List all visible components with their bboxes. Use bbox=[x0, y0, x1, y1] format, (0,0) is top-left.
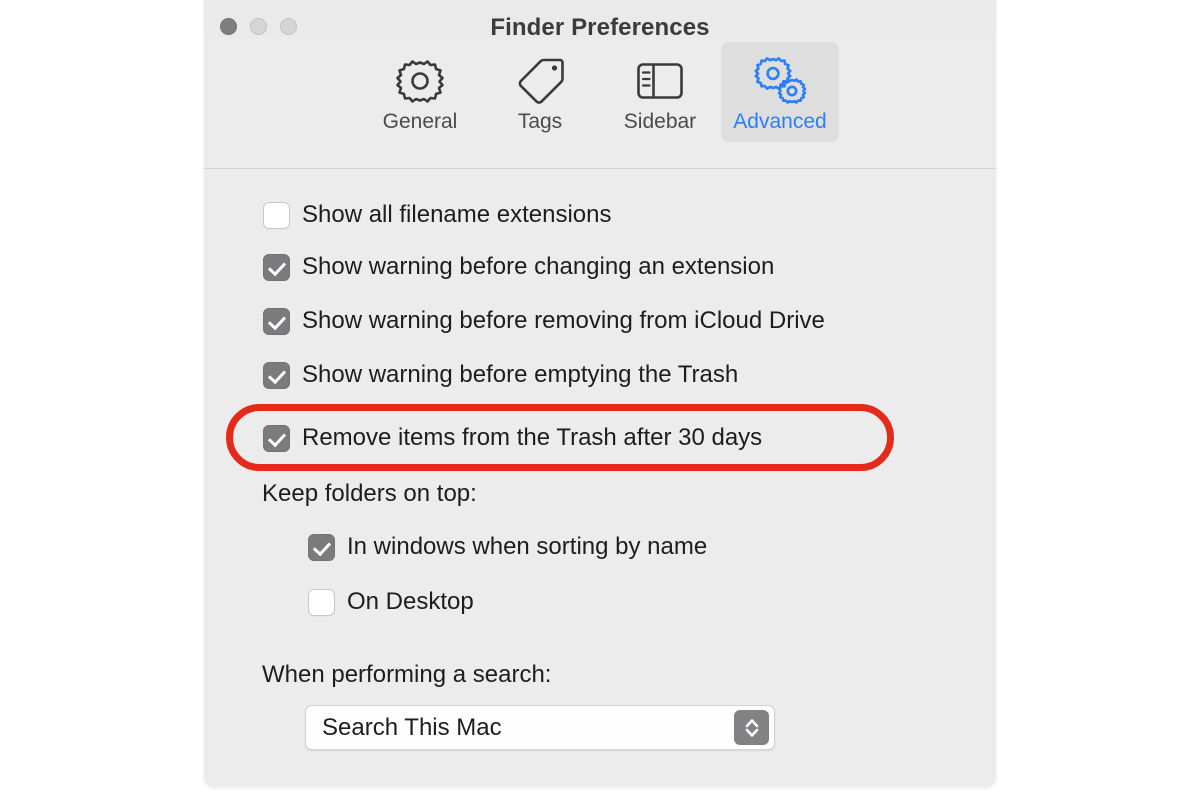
two-gears-icon bbox=[751, 52, 809, 110]
checkbox-label: Show warning before emptying the Trash bbox=[302, 361, 739, 388]
tab-advanced[interactable]: Advanced bbox=[721, 42, 839, 142]
checkbox-show-warning-changing-extension[interactable] bbox=[263, 253, 290, 281]
checkbox-label: Show warning before changing an extensio… bbox=[302, 253, 775, 280]
checkbox-remove-items-after-30-days[interactable] bbox=[263, 424, 290, 452]
checkbox-label: Remove items from the Trash after 30 day… bbox=[302, 424, 763, 451]
checkbox-row-show-warning-emptying-trash[interactable]: Show warning before emptying the Trash bbox=[263, 360, 738, 390]
checkbox-row-in-windows-sorting-by-name[interactable]: In windows when sorting by name bbox=[308, 532, 707, 562]
gear-icon bbox=[392, 52, 448, 110]
search-scope-popup-button[interactable]: Search This Mac bbox=[305, 705, 775, 750]
checkbox-label: Show all filename extensions bbox=[302, 201, 612, 228]
when-performing-search-label: When performing a search: bbox=[262, 661, 552, 688]
checkbox-on-desktop[interactable] bbox=[308, 588, 335, 616]
checkbox-row-remove-items-after-30-days[interactable]: Remove items from the Trash after 30 day… bbox=[263, 423, 762, 453]
checkbox-in-windows-sorting-by-name[interactable] bbox=[308, 533, 335, 561]
window-titlebar: Finder Preferences bbox=[204, 0, 996, 41]
tab-sidebar-label: Sidebar bbox=[623, 110, 697, 133]
checkbox-row-show-all-filename-extensions[interactable]: Show all filename extensions bbox=[263, 200, 612, 230]
checkbox-row-show-warning-changing-extension[interactable]: Show warning before changing an extensio… bbox=[263, 252, 774, 282]
checkbox-label: On Desktop bbox=[347, 588, 474, 615]
advanced-pane: Show all filename extensions Show warnin… bbox=[204, 169, 996, 787]
checkbox-label: Show warning before removing from iCloud… bbox=[302, 307, 825, 334]
tab-tags[interactable]: Tags bbox=[481, 42, 599, 142]
up-down-chevron-icon[interactable] bbox=[734, 710, 769, 745]
sidebar-icon bbox=[632, 52, 688, 110]
checkbox-row-on-desktop[interactable]: On Desktop bbox=[308, 587, 474, 617]
checkbox-label: In windows when sorting by name bbox=[347, 533, 708, 560]
tag-icon bbox=[512, 52, 568, 110]
search-scope-value: Search This Mac bbox=[322, 713, 502, 741]
tab-tags-label: Tags bbox=[517, 110, 563, 133]
finder-preferences-window: Finder Preferences General Tags Sidebar … bbox=[204, 0, 996, 787]
checkbox-show-all-filename-extensions[interactable] bbox=[263, 201, 290, 229]
tab-general[interactable]: General bbox=[361, 42, 479, 142]
tab-advanced-label: Advanced bbox=[733, 110, 827, 133]
checkbox-row-show-warning-removing-icloud[interactable]: Show warning before removing from iCloud… bbox=[263, 306, 825, 336]
checkbox-show-warning-emptying-trash[interactable] bbox=[263, 361, 290, 389]
tab-general-label: General bbox=[382, 110, 458, 133]
preferences-toolbar: General Tags Sidebar Advanced bbox=[204, 42, 996, 160]
checkbox-show-warning-removing-icloud[interactable] bbox=[263, 307, 290, 335]
window-title: Finder Preferences bbox=[490, 14, 710, 41]
keep-folders-on-top-label: Keep folders on top: bbox=[262, 480, 477, 507]
tab-sidebar[interactable]: Sidebar bbox=[601, 42, 719, 142]
